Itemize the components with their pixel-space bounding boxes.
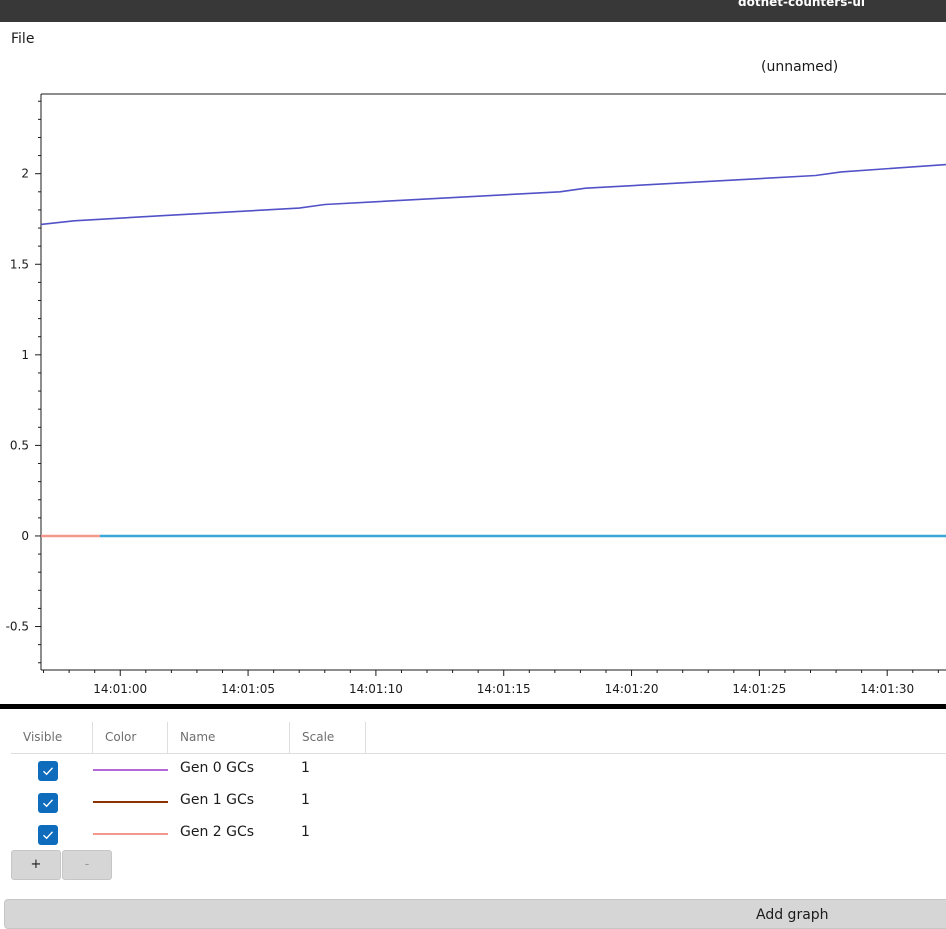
menu-bar: File (0, 22, 946, 52)
x-tick-label: 14:01:20 (605, 682, 659, 696)
series-scale[interactable]: 1 (301, 760, 310, 776)
chart-title: (unnamed) (761, 59, 839, 75)
y-tick-label: 2 (21, 167, 29, 181)
x-tick-label: 14:01:30 (860, 682, 914, 696)
color-swatch[interactable] (93, 801, 168, 803)
column-header-visible[interactable]: Visible (11, 722, 93, 753)
checkmark-icon (43, 799, 54, 808)
column-header-name[interactable]: Name (168, 722, 290, 753)
series-scale[interactable]: 1 (301, 824, 310, 840)
add-series-button[interactable]: + (11, 850, 61, 880)
visible-checkbox[interactable] (38, 825, 58, 845)
add-graph-button[interactable]: Add graph (4, 899, 946, 929)
menu-file[interactable]: File (11, 31, 34, 47)
series-name: Gen 1 GCs (180, 792, 255, 808)
series-name: Gen 2 GCs (180, 824, 255, 840)
series-scale[interactable]: 1 (301, 792, 310, 808)
chart-area: -0.5 0 0.5 1 1.5 2 14:01:00 14:01:05 14:01:10 14:… (0, 84, 946, 704)
add-graph-label: Add graph (756, 907, 829, 923)
y-tick-label: 1.5 (10, 257, 29, 271)
column-header-color[interactable]: Color (93, 722, 168, 753)
x-tick-label: 14:01:25 (732, 682, 786, 696)
table-row: Gen 0 GCs 1 (11, 754, 946, 786)
y-tick-label: 1 (21, 348, 29, 362)
checkmark-icon (43, 831, 54, 840)
checkmark-icon (43, 767, 54, 776)
title-bar: dotnet-counters-ui (0, 0, 946, 22)
column-header-scale[interactable]: Scale (290, 722, 366, 753)
visible-checkbox[interactable] (38, 761, 58, 781)
color-swatch[interactable] (93, 833, 168, 835)
y-tick-label: 0 (21, 529, 29, 543)
series-name: Gen 0 GCs (180, 760, 255, 776)
x-tick-label: 14:01:15 (477, 682, 531, 696)
series-table: Visible Color Name Scale Gen 0 GCs 1 Gen 1… (11, 722, 946, 850)
y-tick-label: -0.5 (6, 620, 29, 634)
series-rows: Gen 0 GCs 1 Gen 1 GCs 1 Gen 2 GCs 1 (11, 754, 946, 850)
series-line (40, 163, 946, 226)
table-row: Gen 1 GCs 1 (11, 786, 946, 818)
app-title: dotnet-counters-ui (738, 0, 865, 9)
x-tick-label: 14:01:05 (221, 682, 275, 696)
color-swatch[interactable] (93, 769, 168, 771)
table-row: Gen 2 GCs 1 (11, 818, 946, 850)
remove-series-button[interactable]: - (62, 850, 112, 880)
visible-checkbox[interactable] (38, 793, 58, 813)
x-tick-label: 14:01:00 (93, 682, 147, 696)
y-tick-label: 0.5 (10, 438, 29, 452)
x-tick-label: 14:01:10 (349, 682, 403, 696)
series-table-header: Visible Color Name Scale (11, 722, 946, 754)
splitter-handle[interactable] (0, 704, 946, 709)
line-chart: -0.5 0 0.5 1 1.5 2 14:01:00 14:01:05 14:01:10 14:… (6, 93, 946, 696)
